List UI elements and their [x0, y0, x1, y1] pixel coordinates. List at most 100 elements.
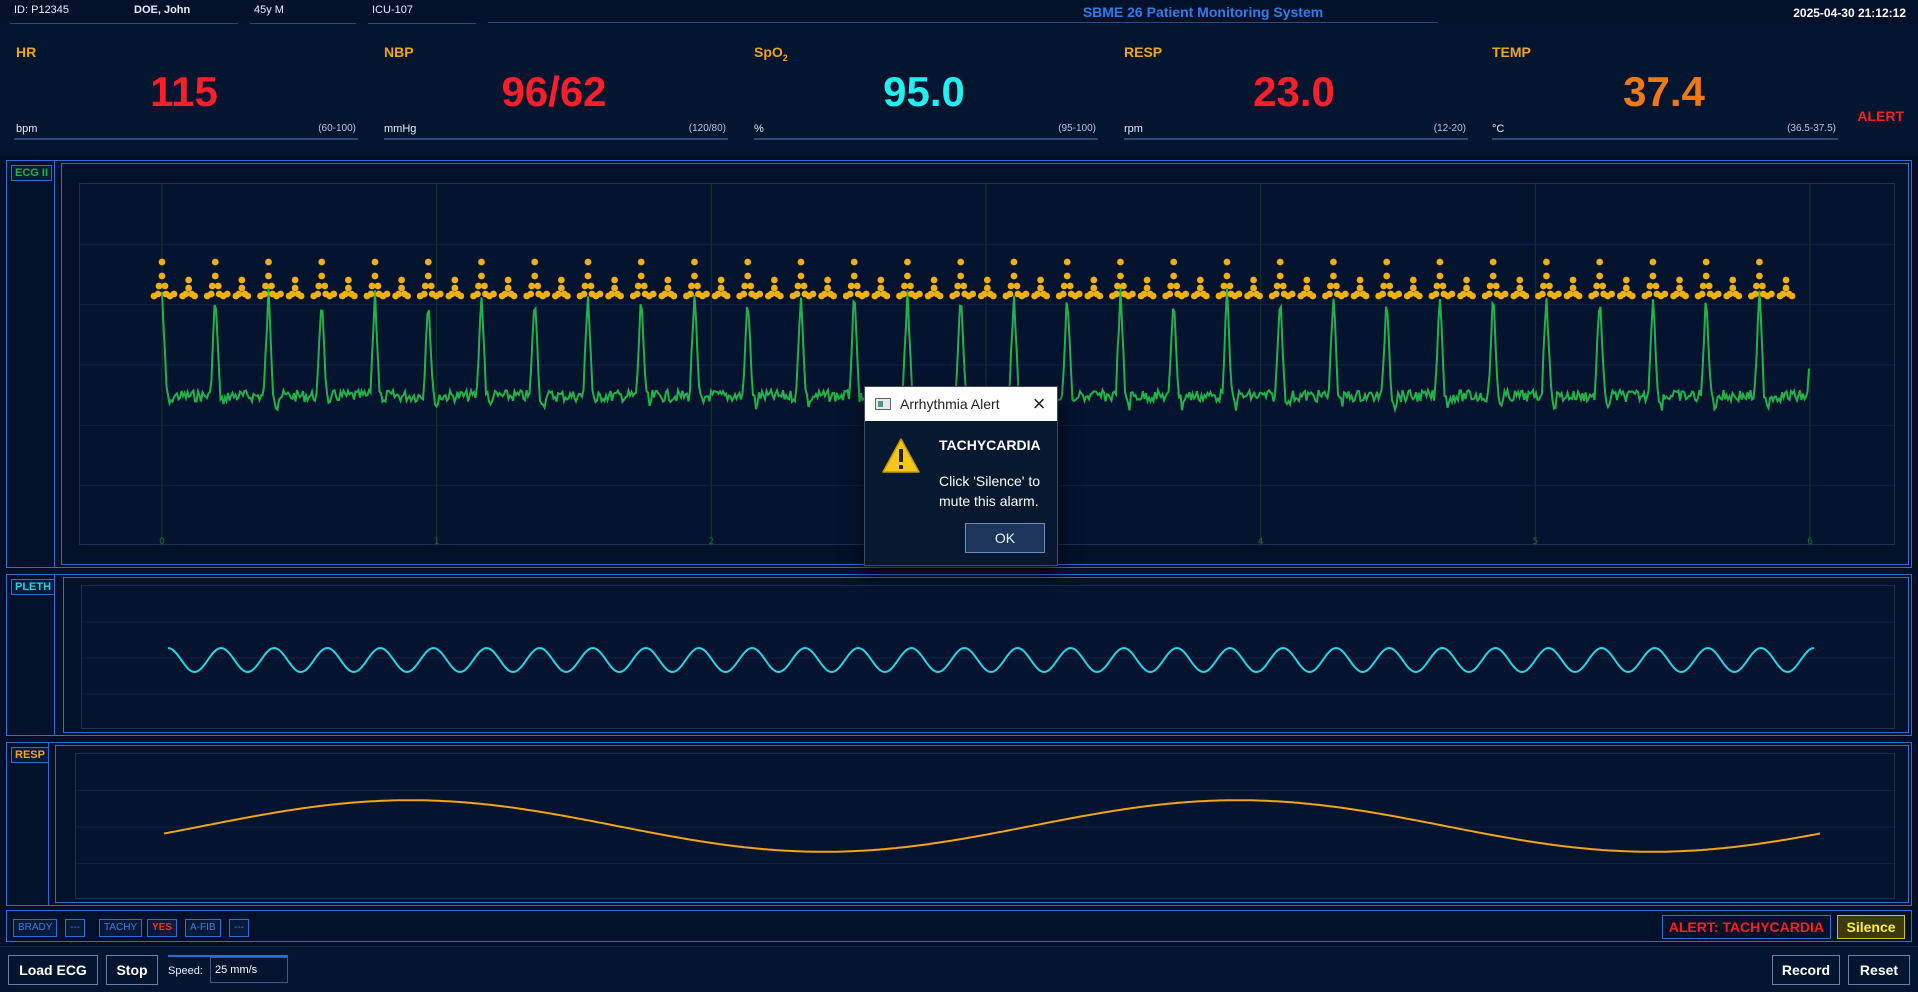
r-peak-marker	[1288, 290, 1296, 298]
ok-button[interactable]: OK	[964, 522, 1046, 554]
r-peak-marker	[1002, 292, 1010, 300]
t-wave-marker	[1788, 292, 1796, 300]
vital-underline	[1492, 138, 1838, 140]
t-wave-marker	[1250, 276, 1257, 284]
ecg-tag: ECG II	[11, 165, 53, 181]
r-peak-marker	[318, 272, 326, 280]
r-peak-marker	[853, 282, 861, 290]
vital-range: (36.5-37.5)	[1787, 123, 1836, 134]
r-peak-marker	[1555, 290, 1562, 298]
vital-hr: HR 115 bpm (60-100)	[0, 24, 368, 156]
vital-label: RESP	[1124, 44, 1163, 60]
r-peak-marker	[424, 258, 432, 266]
reset-button[interactable]: Reset	[1848, 955, 1910, 985]
arrhythmia-status-bar: BRADY --- TACHY YES A-FIB --- ALERT: TAC…	[6, 910, 1912, 942]
vital-range: (95-100)	[1058, 123, 1096, 134]
datetime: 2025-04-30 21:12:12	[1793, 6, 1906, 20]
t-wave-marker	[1782, 284, 1790, 292]
r-peak-marker	[1768, 290, 1775, 298]
r-peak-marker	[1220, 282, 1228, 290]
t-wave-marker	[818, 292, 825, 300]
speed-select[interactable]: 25 mm/s	[210, 957, 288, 983]
r-peak-marker	[756, 290, 764, 298]
t-wave-marker	[297, 292, 305, 300]
t-wave-marker	[1457, 292, 1464, 300]
t-wave-marker	[611, 284, 619, 292]
r-peak-marker	[797, 258, 805, 266]
vital-unit: %	[754, 123, 764, 135]
r-peak-marker	[1492, 282, 1500, 290]
r-peak-marker	[587, 282, 595, 290]
t-wave-marker	[1031, 292, 1038, 300]
t-wave-marker	[1403, 292, 1411, 300]
vital-unit: bpm	[16, 123, 38, 135]
t-wave-marker	[1735, 292, 1743, 300]
panel-side	[7, 575, 55, 735]
record-button[interactable]: Record	[1772, 955, 1840, 985]
close-icon[interactable]: ×	[1029, 387, 1049, 421]
t-wave-marker	[557, 276, 565, 284]
title-divider	[488, 22, 1438, 23]
r-peak-marker	[1235, 290, 1243, 298]
stop-button[interactable]: Stop	[106, 955, 158, 985]
t-wave-marker	[936, 292, 944, 300]
panel-side	[7, 743, 49, 905]
r-peak-marker	[211, 258, 219, 266]
r-peak-marker	[640, 282, 648, 290]
r-peak-marker	[1120, 282, 1127, 290]
r-peak-marker	[907, 282, 914, 290]
system-title: SBME 26 Patient Monitoring System	[1082, 4, 1324, 20]
x-tick-label: 0	[159, 537, 165, 546]
r-peak-marker	[1375, 292, 1383, 300]
t-wave-marker	[1463, 284, 1470, 292]
r-peak-marker	[649, 290, 657, 298]
r-peak-marker	[257, 292, 264, 300]
r-peak-marker	[268, 282, 275, 290]
t-wave-marker	[1628, 292, 1636, 300]
t-wave-marker	[658, 292, 666, 300]
r-peak-marker	[1268, 292, 1276, 300]
r-peak-marker	[1489, 258, 1497, 266]
r-peak-marker	[1117, 258, 1124, 266]
vital-value: 95.0	[883, 68, 965, 115]
r-peak-marker	[161, 282, 169, 290]
t-wave-marker	[338, 292, 346, 300]
r-peak-marker	[1714, 290, 1722, 298]
r-peak-marker	[1543, 272, 1550, 280]
r-peak-marker	[1276, 258, 1284, 266]
r-peak-marker	[363, 292, 371, 300]
t-wave-marker	[185, 284, 193, 292]
t-wave-marker	[1037, 276, 1044, 284]
r-peak-marker	[1661, 290, 1669, 298]
r-peak-marker	[1428, 292, 1436, 300]
r-peak-marker	[1593, 282, 1601, 290]
r-peak-marker	[1215, 292, 1223, 300]
t-wave-marker	[983, 276, 991, 284]
r-peak-marker	[1060, 282, 1068, 290]
silence-button[interactable]: Silence	[1837, 915, 1905, 939]
t-wave-marker	[983, 284, 991, 292]
panel-side	[7, 161, 55, 567]
t-wave-marker	[924, 292, 932, 300]
t-wave-marker	[877, 284, 885, 292]
r-peak-marker	[1273, 282, 1281, 290]
t-wave-marker	[830, 292, 837, 300]
t-wave-marker	[238, 284, 246, 292]
r-peak-marker	[1066, 282, 1074, 290]
t-wave-marker	[877, 276, 885, 284]
r-peak-marker	[1641, 292, 1649, 300]
t-wave-marker	[1356, 284, 1364, 292]
t-wave-marker	[1516, 276, 1524, 284]
t-wave-marker	[1569, 284, 1577, 292]
r-peak-marker	[904, 272, 911, 280]
r-peak-marker	[1395, 290, 1403, 298]
t-wave-marker	[605, 292, 613, 300]
t-wave-marker	[238, 276, 246, 284]
r-peak-marker	[797, 272, 805, 280]
r-peak-marker	[368, 282, 376, 290]
r-peak-marker	[150, 292, 158, 300]
r-peak-marker	[170, 290, 178, 298]
r-peak-marker	[1276, 272, 1284, 280]
load-ecg-button[interactable]: Load ECG	[8, 955, 98, 985]
r-peak-marker	[954, 282, 962, 290]
